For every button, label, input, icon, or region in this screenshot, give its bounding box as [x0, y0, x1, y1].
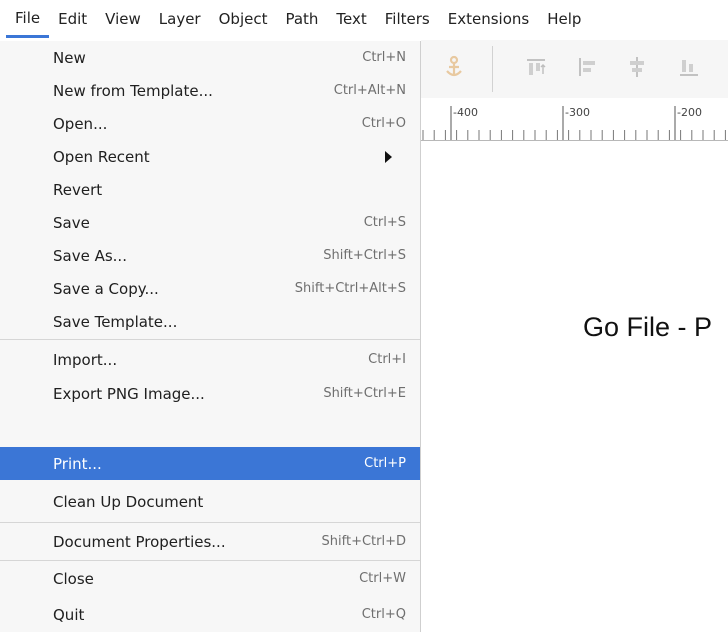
- menu-item-new-from-template[interactable]: New from Template... Ctrl+Alt+N: [0, 74, 420, 107]
- menu-item-revert[interactable]: Revert: [0, 173, 420, 206]
- menu-item-label: Close: [53, 569, 94, 588]
- ruler-ticks: [422, 106, 726, 140]
- menu-item-label: Print...: [53, 454, 102, 473]
- align-left-icon[interactable]: [576, 54, 598, 80]
- menu-item-label: Open...: [53, 114, 108, 133]
- menu-item-save[interactable]: Save Ctrl+S: [0, 206, 420, 239]
- menu-item-shortcut: Shift+Ctrl+Alt+S: [294, 281, 406, 296]
- menu-view[interactable]: View: [96, 0, 150, 38]
- menu-item-label: Document Properties...: [53, 532, 226, 551]
- menu-item-open[interactable]: Open... Ctrl+O: [0, 107, 420, 140]
- menu-item-shortcut: Ctrl+Q: [361, 607, 406, 622]
- file-menu-dropdown: New Ctrl+N New from Template... Ctrl+Alt…: [0, 41, 421, 632]
- ruler-label: -400: [453, 106, 478, 119]
- menu-item-label: New from Template...: [53, 81, 213, 100]
- menu-item-document-properties[interactable]: Document Properties... Shift+Ctrl+D: [0, 525, 420, 558]
- menu-edit[interactable]: Edit: [49, 0, 96, 38]
- menu-separator: [0, 339, 420, 340]
- menu-help[interactable]: Help: [538, 0, 590, 38]
- drawing-canvas[interactable]: [421, 141, 728, 632]
- menu-item-label: Clean Up Document: [53, 492, 204, 511]
- align-center-icon[interactable]: [626, 54, 648, 80]
- menu-item-shortcut: Ctrl+O: [361, 116, 406, 131]
- menu-object[interactable]: Object: [210, 0, 277, 38]
- menu-item-export-png[interactable]: Export PNG Image... Shift+Ctrl+E: [0, 377, 420, 410]
- menu-path[interactable]: Path: [276, 0, 327, 38]
- menu-item-save-a-copy[interactable]: Save a Copy... Shift+Ctrl+Alt+S: [0, 272, 420, 305]
- anchor-icon[interactable]: [443, 54, 465, 80]
- horizontal-ruler[interactable]: -400 -300 -200: [421, 98, 728, 141]
- menu-item-label: Save: [53, 213, 90, 232]
- menu-item-shortcut: Ctrl+W: [359, 571, 406, 586]
- menu-item-save-as[interactable]: Save As... Shift+Ctrl+S: [0, 239, 420, 272]
- menu-item-close[interactable]: Close Ctrl+W: [0, 562, 420, 595]
- instruction-caption: Go File - P: [583, 312, 713, 342]
- align-top-icon[interactable]: [525, 54, 547, 80]
- toolbar: [421, 40, 728, 98]
- menu-file[interactable]: File: [6, 0, 50, 38]
- menu-separator: [0, 522, 420, 523]
- menu-extensions[interactable]: Extensions: [439, 0, 538, 38]
- menu-item-quit[interactable]: Quit Ctrl+Q: [0, 598, 420, 631]
- menu-item-shortcut: Ctrl+I: [368, 352, 406, 367]
- menu-item-print[interactable]: Print... Ctrl+P: [0, 447, 420, 480]
- menu-item-open-recent[interactable]: Open Recent: [0, 140, 420, 173]
- menu-text[interactable]: Text: [327, 0, 375, 38]
- menu-layer[interactable]: Layer: [150, 0, 210, 38]
- menu-item-save-template[interactable]: Save Template...: [0, 305, 420, 338]
- menu-item-shortcut: Shift+Ctrl+S: [323, 248, 406, 263]
- ruler-label: -300: [565, 106, 590, 119]
- toolbar-divider: [492, 46, 493, 92]
- menu-item-label: Import...: [53, 350, 118, 369]
- menu-filters[interactable]: Filters: [376, 0, 439, 38]
- menu-item-import[interactable]: Import... Ctrl+I: [0, 343, 420, 376]
- menu-item-shortcut: Shift+Ctrl+D: [321, 534, 406, 549]
- menu-item-clean-up-document[interactable]: Clean Up Document: [0, 485, 420, 518]
- menu-item-label: Save As...: [53, 246, 127, 265]
- menu-item-label: Save a Copy...: [53, 279, 159, 298]
- menu-separator: [0, 560, 420, 561]
- menu-item-label: Open Recent: [53, 147, 150, 166]
- ruler-label: -200: [677, 106, 702, 119]
- menubar: File Edit View Layer Object Path Text Fi…: [0, 0, 728, 38]
- menu-item-label: New: [53, 48, 86, 67]
- menu-item-shortcut: Ctrl+N: [362, 50, 406, 65]
- submenu-arrow-icon: [385, 150, 392, 163]
- menu-item-label: Save Template...: [53, 312, 178, 331]
- menu-item-label: Quit: [53, 605, 85, 624]
- menu-item-shortcut: Ctrl+P: [364, 456, 406, 471]
- menu-item-shortcut: Ctrl+S: [363, 215, 406, 230]
- menu-item-label: Export PNG Image...: [53, 384, 205, 403]
- menu-item-label: Revert: [53, 180, 103, 199]
- align-bottom-icon[interactable]: [678, 54, 700, 80]
- menu-item-new[interactable]: New Ctrl+N: [0, 41, 420, 74]
- menu-item-shortcut: Ctrl+Alt+N: [333, 83, 406, 98]
- menu-item-shortcut: Shift+Ctrl+E: [323, 386, 406, 401]
